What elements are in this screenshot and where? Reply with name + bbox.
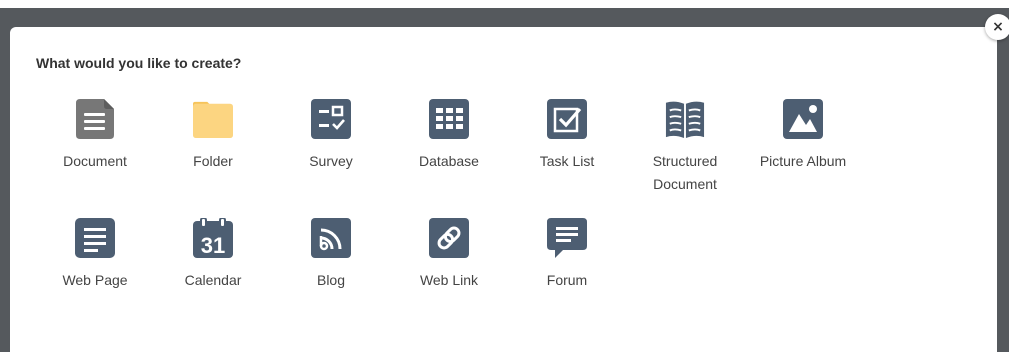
dialog-heading: What would you like to create? (36, 55, 242, 71)
create-option-label: Web Page (62, 272, 128, 288)
create-options-grid: Document Folder Survey Database Task Lis… (36, 99, 876, 337)
calendar-icon-date: 31 (201, 233, 225, 258)
create-option-survey[interactable]: Survey (272, 99, 390, 218)
create-option-label: Survey (309, 153, 353, 169)
folder-icon (193, 99, 233, 139)
web-link-icon (429, 218, 469, 258)
create-option-label: Structured Document (652, 153, 718, 192)
create-dialog: What would you like to create? Document (10, 27, 997, 352)
survey-icon (311, 99, 351, 139)
task-list-icon (547, 99, 587, 139)
document-icon (75, 99, 115, 139)
create-option-label: Document (63, 153, 127, 169)
create-option-label: Forum (546, 272, 588, 288)
create-option-label: Task List (539, 153, 595, 169)
create-option-forum[interactable]: Forum (508, 218, 626, 337)
create-option-task-list[interactable]: Task List (508, 99, 626, 218)
create-option-calendar[interactable]: 31 Calendar (154, 218, 272, 337)
web-page-icon (75, 218, 115, 258)
create-option-folder[interactable]: Folder (154, 99, 272, 218)
create-option-label: Web Link (419, 272, 479, 288)
create-option-database[interactable]: Database (390, 99, 508, 218)
close-icon: × (992, 19, 1004, 35)
create-option-web-page[interactable]: Web Page (36, 218, 154, 337)
create-option-web-link[interactable]: Web Link (390, 218, 508, 337)
forum-icon (547, 218, 587, 258)
create-option-picture-album[interactable]: Picture Album (744, 99, 862, 218)
picture-album-icon (783, 99, 823, 139)
database-icon (429, 99, 469, 139)
close-button[interactable]: × (985, 14, 1009, 40)
create-option-structured-document[interactable]: Structured Document (626, 99, 744, 218)
create-option-label: Picture Album (759, 153, 847, 169)
calendar-icon: 31 (193, 218, 233, 258)
blog-icon (311, 218, 351, 258)
create-option-blog[interactable]: Blog (272, 218, 390, 337)
structured-document-icon (665, 99, 705, 139)
create-option-label: Blog (316, 272, 346, 288)
create-option-label: Calendar (184, 272, 242, 288)
create-option-document[interactable]: Document (36, 99, 154, 218)
create-option-label: Database (419, 153, 479, 169)
create-option-label: Folder (193, 153, 233, 169)
